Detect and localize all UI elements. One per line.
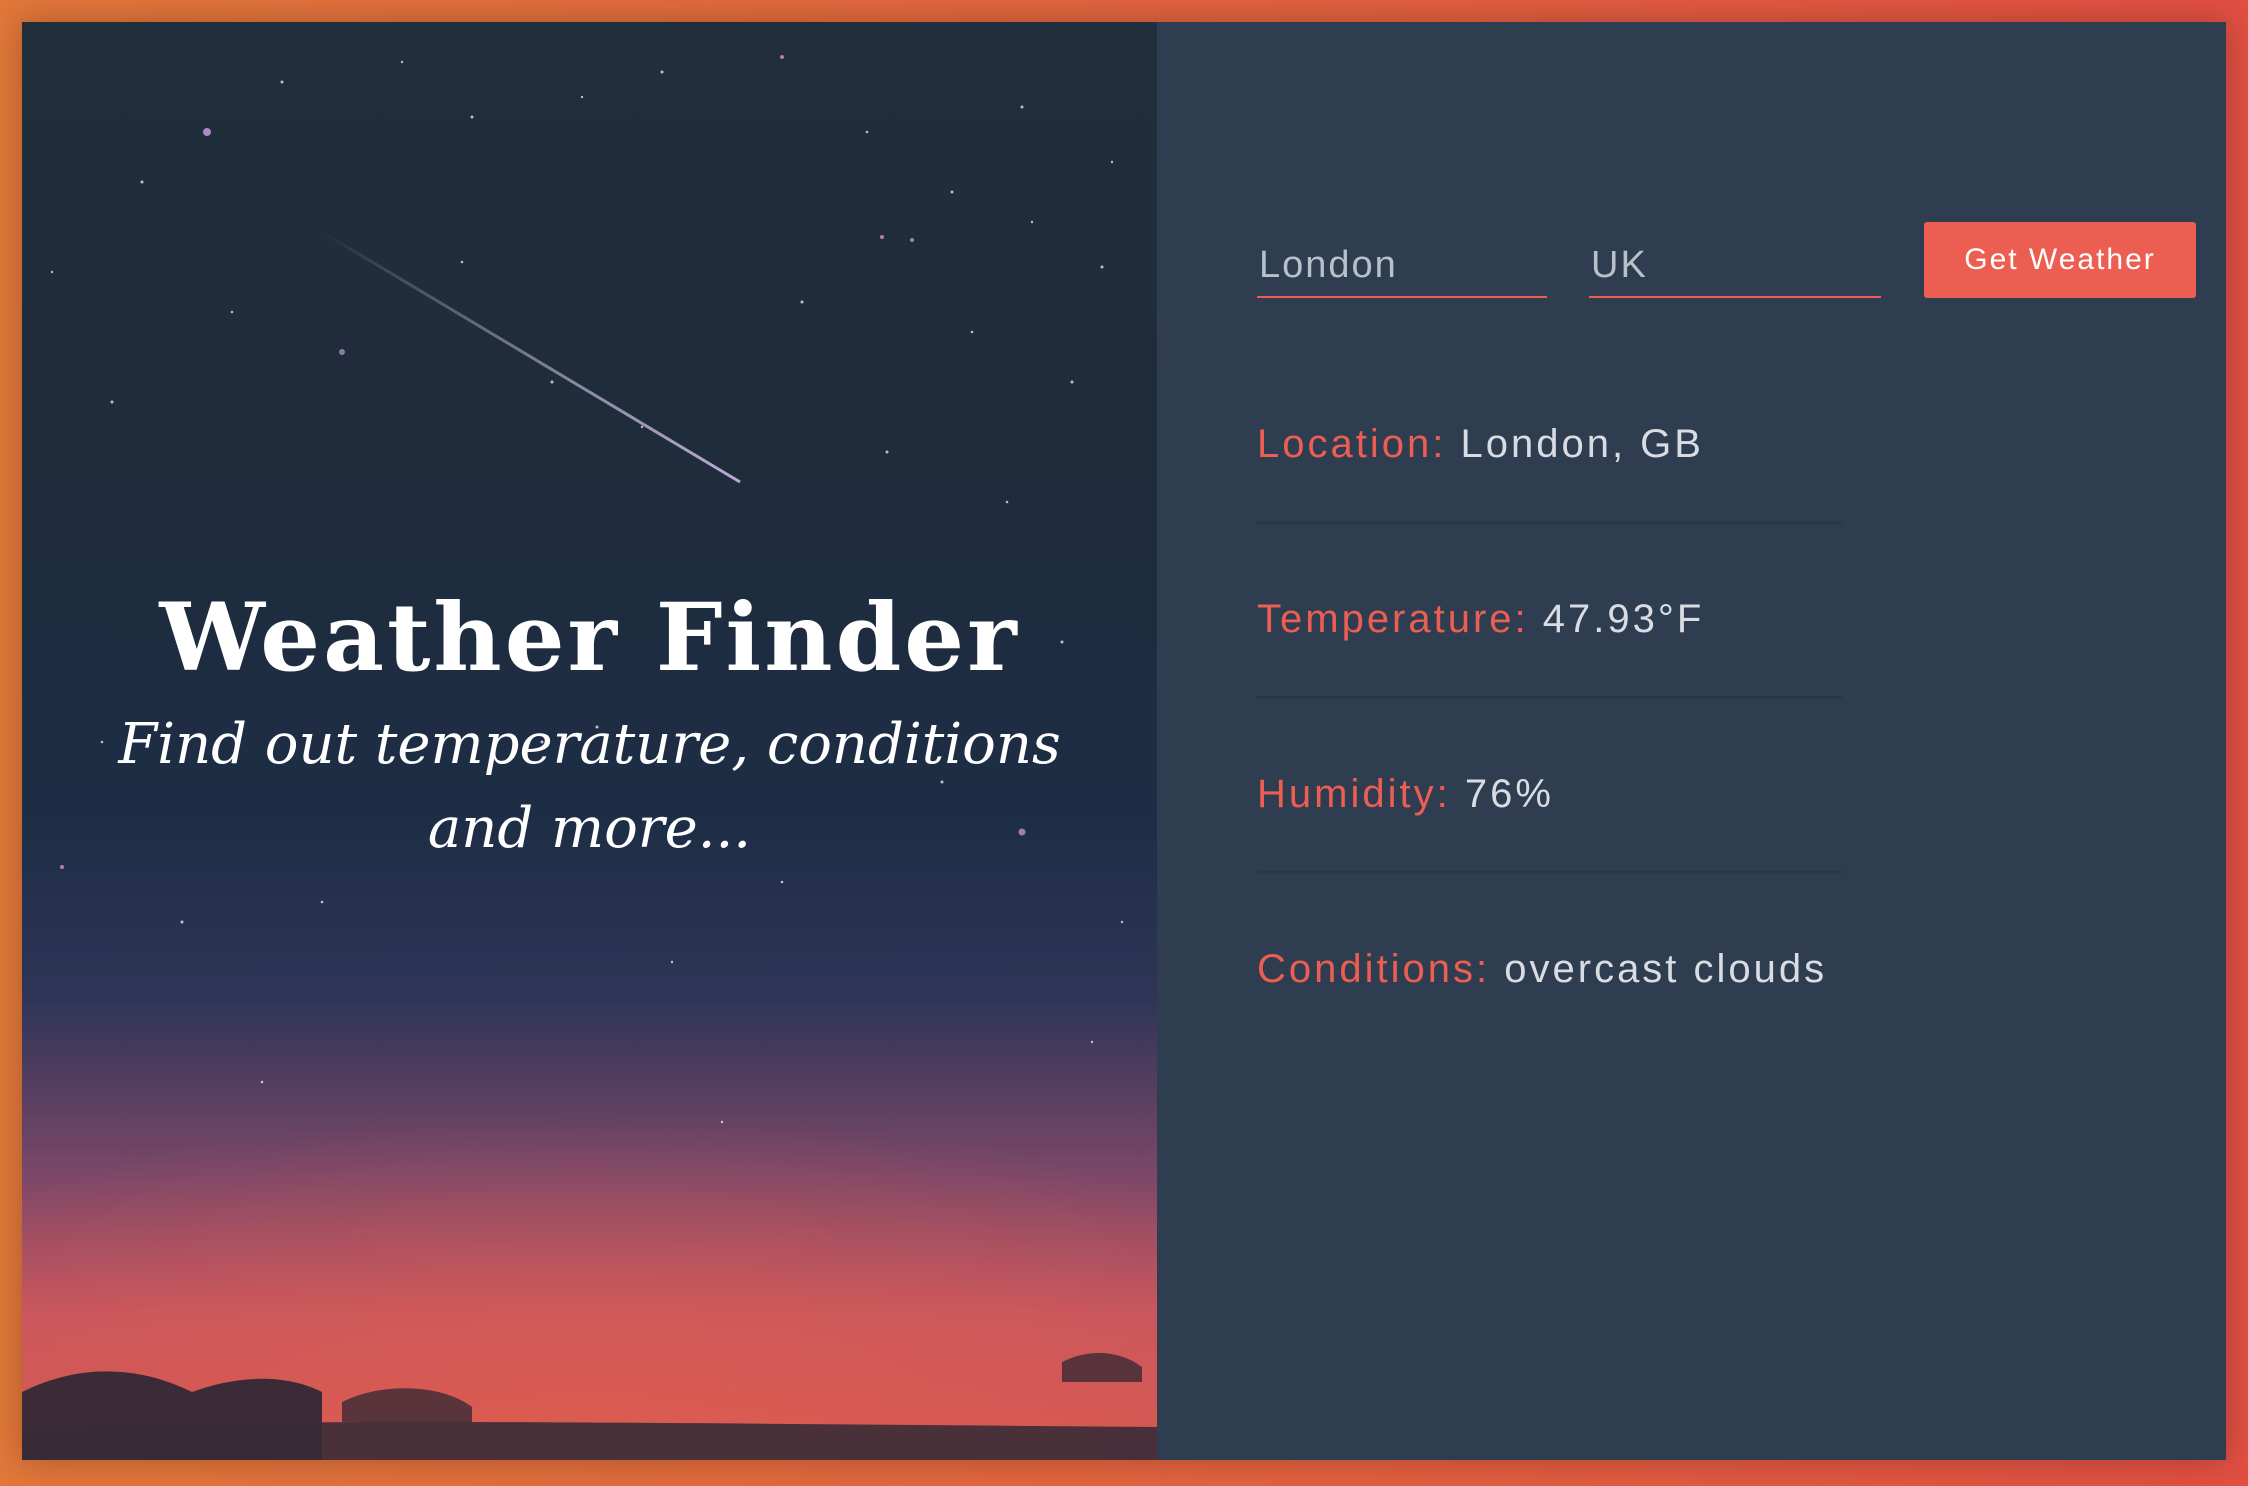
location-row: Location: London, GB [1257, 392, 1842, 567]
hero-panel: Weather Finder Find out temperature, con… [22, 22, 1157, 1460]
conditions-value: overcast clouds [1504, 947, 1828, 991]
app-title: Weather Finder [159, 583, 1020, 693]
get-weather-button[interactable]: Get Weather [1924, 222, 2196, 298]
temperature-value: 47.93°F [1542, 597, 1705, 641]
hero-text-block: Weather Finder Find out temperature, con… [22, 582, 1157, 871]
app-subtitle: Find out temperature, conditions and mor… [118, 711, 1061, 861]
temperature-label: Temperature: [1257, 597, 1529, 641]
location-label: Location: [1257, 422, 1447, 466]
conditions-label: Conditions: [1257, 947, 1491, 991]
divider [1257, 521, 1842, 524]
humidity-value: 76% [1464, 772, 1554, 816]
city-input[interactable] [1257, 222, 1547, 298]
humidity-label: Humidity: [1257, 772, 1451, 816]
weather-results: Location: London, GB Temperature: 47.93°… [1257, 392, 1842, 1092]
conditions-row: Conditions: overcast clouds [1257, 917, 1842, 1092]
divider [1257, 696, 1842, 699]
app-window: Weather Finder Find out temperature, con… [22, 22, 2226, 1460]
weather-search-form: Get Weather [1257, 222, 2197, 302]
humidity-row: Humidity: 76% [1257, 742, 1842, 917]
country-input[interactable] [1589, 222, 1881, 298]
weather-panel: Get Weather Location: London, GB Tempera… [1157, 22, 2226, 1460]
divider [1257, 871, 1842, 874]
temperature-row: Temperature: 47.93°F [1257, 567, 1842, 742]
location-value: London, GB [1460, 422, 1704, 466]
